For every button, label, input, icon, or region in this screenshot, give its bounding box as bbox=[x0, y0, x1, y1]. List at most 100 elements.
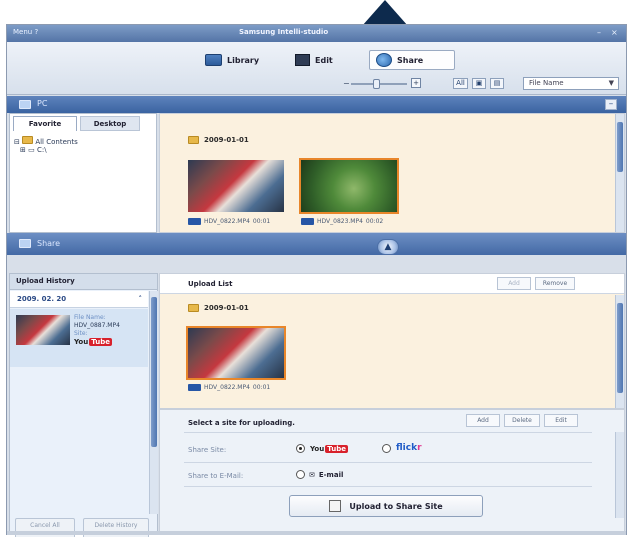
close-icon[interactable]: × bbox=[611, 28, 618, 37]
library-label: Library bbox=[227, 55, 260, 65]
share-section-icon bbox=[19, 239, 31, 248]
history-thumbnail bbox=[16, 315, 70, 345]
view-video-icon[interactable]: ▤ bbox=[490, 78, 504, 89]
history-file-label: File Name: bbox=[74, 314, 106, 321]
pc-section-header: PC – bbox=[7, 96, 626, 113]
upload-list-pane: Upload List Add Remove 2009-01-01 HDV_08… bbox=[159, 273, 625, 409]
edit-label: Edit bbox=[315, 55, 333, 65]
edit-button[interactable]: Edit bbox=[289, 50, 339, 70]
hd-video-icon bbox=[188, 218, 201, 225]
media-thumbnail[interactable] bbox=[186, 158, 286, 214]
youtube-option[interactable]: You Tube bbox=[296, 444, 348, 453]
edit-icon bbox=[295, 54, 310, 66]
minimize-icon[interactable]: – bbox=[597, 28, 601, 37]
menu-button[interactable]: Menu ? bbox=[13, 28, 38, 36]
upload-list-header: Upload List Add Remove bbox=[160, 274, 624, 294]
upload-to-share-site-button[interactable]: Upload to Share Site bbox=[289, 495, 483, 517]
upload-icon bbox=[329, 500, 342, 512]
zoom-in-icon[interactable]: + bbox=[411, 78, 421, 88]
site-selection-title: Select a site for uploading. bbox=[188, 419, 295, 427]
pc-scrollbar[interactable] bbox=[615, 114, 624, 232]
email-option[interactable]: ✉ E-mail bbox=[296, 470, 343, 479]
history-scrollbar[interactable] bbox=[149, 291, 158, 514]
flickr-option[interactable]: flickr bbox=[382, 443, 422, 453]
drive-icon: ▭ bbox=[28, 146, 35, 154]
remove-from-list-button[interactable]: Remove bbox=[535, 277, 575, 290]
media-duration: 00:01 bbox=[252, 218, 271, 225]
pc-folder-pane: Favorite Desktop ⊟ All Contents ⊞ ▭ C:\ bbox=[9, 113, 157, 233]
add-to-list-button[interactable]: Add bbox=[497, 277, 531, 290]
pc-section-title: PC bbox=[37, 99, 48, 108]
email-radio[interactable] bbox=[296, 470, 305, 479]
media-thumbnail-selected[interactable] bbox=[299, 158, 399, 214]
email-label: E-mail bbox=[318, 470, 344, 479]
youtube-radio[interactable] bbox=[296, 444, 305, 453]
history-date: 2009. 02. 20 bbox=[17, 295, 67, 303]
folder-icon bbox=[188, 304, 199, 312]
tab-favorite[interactable]: Favorite bbox=[13, 116, 77, 131]
zoom-slider-handle[interactable] bbox=[373, 79, 380, 89]
folder-icon bbox=[188, 136, 199, 144]
app-window: Menu ? Samsung Intelli-studio – × Librar… bbox=[6, 24, 627, 537]
folder-date-header: 2009-01-01 bbox=[188, 136, 249, 144]
sort-dropdown[interactable]: File Name ▼ bbox=[523, 77, 619, 90]
share-button[interactable]: Share bbox=[369, 50, 455, 70]
flickr-radio[interactable] bbox=[382, 443, 391, 453]
panel-toggle-button[interactable]: ▲ bbox=[377, 239, 399, 255]
library-button[interactable]: Library bbox=[199, 50, 265, 70]
pointer-arrow bbox=[362, 0, 408, 26]
tree-item-drive-c[interactable]: ⊞ ▭ C:\ bbox=[20, 146, 47, 154]
media-duration: 00:02 bbox=[365, 218, 384, 225]
add-site-button[interactable]: Add bbox=[466, 414, 500, 427]
sort-value: File Name bbox=[529, 79, 564, 87]
share-label: Share bbox=[397, 55, 424, 65]
flickr-text: flick bbox=[396, 443, 418, 453]
hd-video-icon bbox=[188, 384, 201, 391]
upload-history-pane: Upload History 2009. 02. 20 ˄ File Name:… bbox=[9, 273, 158, 537]
tree-item-label: All Contents bbox=[35, 138, 78, 146]
zoom-out-icon[interactable]: − bbox=[343, 79, 350, 88]
window-title: Samsung Intelli-studio bbox=[239, 28, 329, 36]
scrollbar-thumb[interactable] bbox=[151, 297, 157, 447]
chevron-up-icon: ˄ bbox=[138, 295, 143, 303]
pc-icon bbox=[19, 100, 31, 109]
view-photo-icon[interactable]: ▣ bbox=[472, 78, 486, 89]
history-date-group[interactable]: 2009. 02. 20 ˄ bbox=[10, 291, 148, 308]
collapse-pc-button[interactable]: – bbox=[605, 99, 617, 110]
envelope-icon: ✉ bbox=[309, 470, 315, 479]
view-all-button[interactable]: All bbox=[453, 78, 468, 89]
status-bar bbox=[7, 531, 626, 535]
folder-date: 2009-01-01 bbox=[204, 136, 249, 144]
share-section-header: Share bbox=[7, 233, 626, 255]
history-item-meta: File Name: HDV_0887.MP4 Site: You Tube bbox=[74, 314, 120, 347]
chevron-down-icon: ▼ bbox=[608, 79, 614, 87]
divider bbox=[184, 432, 592, 433]
video-thumbnail-image bbox=[188, 328, 284, 378]
list-date: 2009-01-01 bbox=[204, 304, 249, 312]
media-caption: HDV_0822.MP4 00:01 bbox=[188, 218, 270, 225]
expand-icon: ⊞ bbox=[20, 146, 29, 154]
upload-list-title: Upload List bbox=[188, 280, 233, 288]
edit-site-button[interactable]: Edit bbox=[544, 414, 578, 427]
upload-history-header: Upload History bbox=[10, 274, 157, 290]
youtube-tube: Tube bbox=[325, 444, 348, 453]
library-icon bbox=[205, 54, 222, 66]
divider bbox=[184, 462, 592, 463]
site-scrollbar[interactable] bbox=[615, 432, 624, 518]
history-file-name: HDV_0887.MP4 bbox=[74, 322, 120, 329]
scrollbar-thumb[interactable] bbox=[617, 303, 623, 393]
upload-list-thumbnail[interactable] bbox=[186, 326, 286, 380]
history-item[interactable]: File Name: HDV_0887.MP4 Site: You Tube bbox=[10, 309, 148, 367]
pc-media-grid: 2009-01-01 HDV_0822.MP4 00:01 HDV_0823.M… bbox=[159, 113, 625, 233]
delete-site-button[interactable]: Delete bbox=[504, 414, 540, 427]
share-icon bbox=[376, 53, 392, 67]
tree-item-all-contents[interactable]: ⊟ All Contents bbox=[14, 136, 78, 146]
upload-item-caption: HDV_0822.MP4 00:01 bbox=[188, 384, 270, 391]
media-caption: HDV_0823.MP4 00:02 bbox=[301, 218, 383, 225]
main-toolbar: Library Edit Share − + All ▣ ▤ File Name… bbox=[7, 42, 626, 95]
upload-list-scrollbar[interactable] bbox=[615, 295, 624, 408]
flickr-text-r: r bbox=[417, 443, 422, 453]
divider bbox=[184, 486, 592, 487]
tab-desktop[interactable]: Desktop bbox=[80, 116, 140, 131]
scrollbar-thumb[interactable] bbox=[617, 122, 623, 172]
